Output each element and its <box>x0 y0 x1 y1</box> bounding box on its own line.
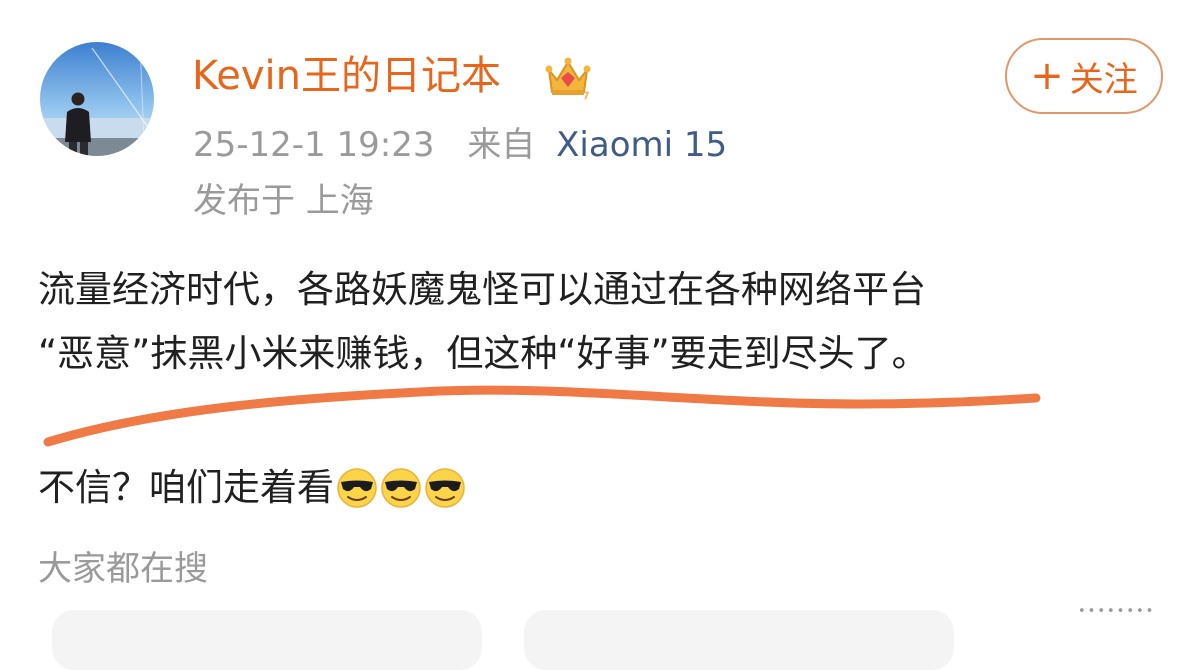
post-text: 流量经济时代，各路妖魔鬼怪可以通过在各种网络平台 “恶意”抹黑小米来赚钱，但这种… <box>38 258 1178 386</box>
post-followup: 不信？咱们走着看 <box>38 460 466 516</box>
cool-emoji-icon <box>381 468 421 508</box>
post-location: 发布于 上海 <box>193 181 374 221</box>
author-name[interactable]: Kevin王的日记本 <box>192 48 501 104</box>
source-prefix: 来自 <box>467 125 536 165</box>
plus-icon: + <box>1030 53 1064 99</box>
source-device-link[interactable]: Xiaomi 15 <box>556 125 727 165</box>
cool-emoji-icon <box>425 468 465 508</box>
svg-text:7: 7 <box>583 91 589 100</box>
cool-emoji-icon <box>337 468 377 508</box>
follow-label: 关注 <box>1069 59 1138 100</box>
avatar-photo <box>40 42 154 156</box>
post-text-line: “恶意”抹黑小米来赚钱，但这种“好事”要走到尽头了。 <box>38 332 929 375</box>
post-meta: 25-12-1 19:23 来自 Xiaomi 15 <box>193 122 727 168</box>
follow-button[interactable]: + 关注 <box>1005 38 1163 114</box>
crown-icon: 7 <box>545 57 591 100</box>
watermark: •••••••• <box>1078 604 1156 619</box>
post-text-line: 流量经济时代，各路妖魔鬼怪可以通过在各种网络平台 <box>38 268 926 311</box>
followup-text: 不信？咱们走着看 <box>38 466 334 509</box>
post-time: 25-12-1 19:23 <box>193 125 435 165</box>
search-suggestion-card[interactable] <box>524 610 954 670</box>
search-section-heading: 大家都在搜 <box>38 549 208 589</box>
hand-drawn-underline <box>43 385 1041 447</box>
avatar[interactable] <box>40 42 154 156</box>
search-suggestion-card[interactable] <box>52 610 482 670</box>
